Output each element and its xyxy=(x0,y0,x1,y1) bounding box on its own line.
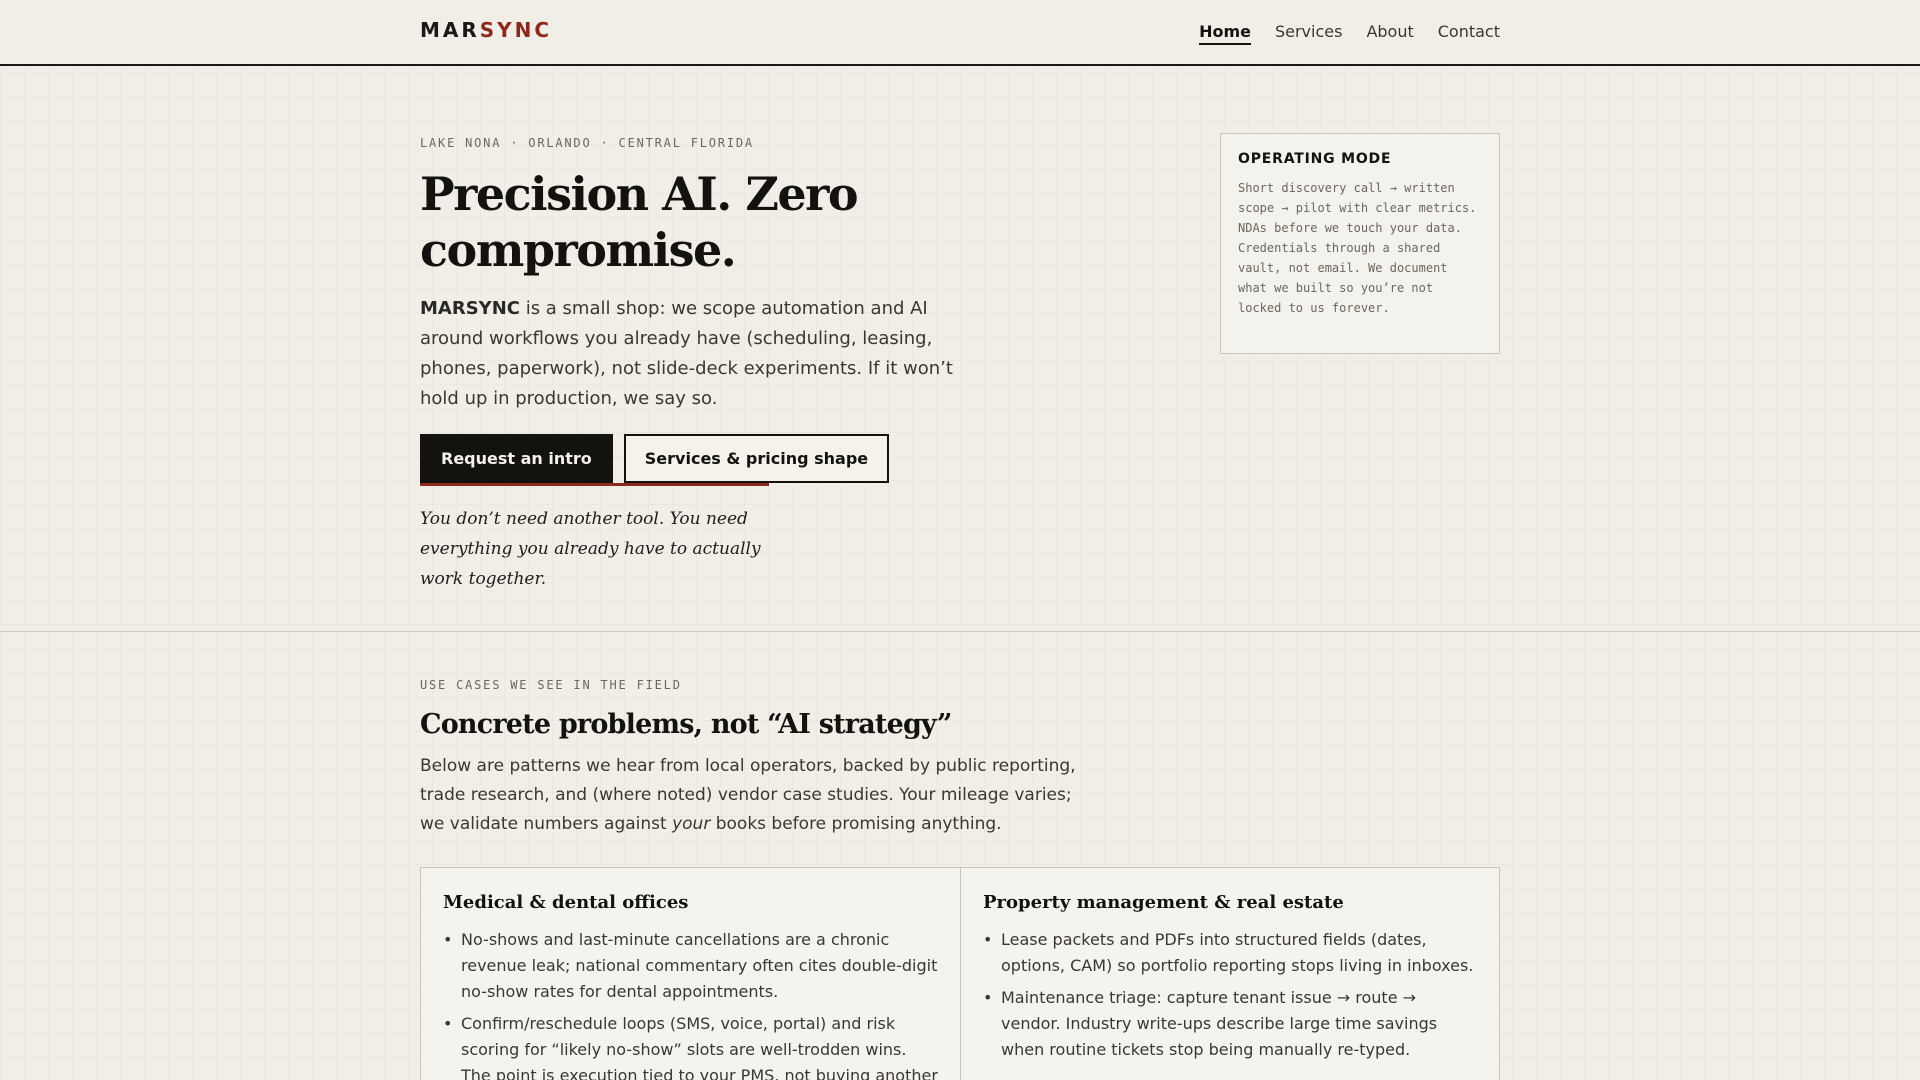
hero-section: LAKE NONA · ORLANDO · CENTRAL FLORIDA Pr… xyxy=(420,66,1500,631)
operating-mode-title: OPERATING MODE xyxy=(1238,151,1392,167)
accent-underline xyxy=(420,483,769,486)
use-case-list: No-shows and last-minute cancellations a… xyxy=(443,927,938,1080)
operating-mode-card: OPERATING MODE Short discovery call → wr… xyxy=(1220,133,1500,354)
request-intro-button[interactable]: Request an intro xyxy=(420,434,613,483)
hero-title: Precision AI. Zero compromise. xyxy=(420,167,859,277)
site-header: MARSYNC Home Services About Contact xyxy=(0,0,1920,66)
use-case-title: Medical & dental offices xyxy=(443,892,689,913)
brand-logo-part1: MAR xyxy=(420,18,480,42)
main-nav: Home Services About Contact xyxy=(1199,22,1500,45)
list-item: Maintenance triage: capture tenant issue… xyxy=(983,985,1477,1063)
nav-link-home[interactable]: Home xyxy=(1199,22,1251,45)
list-item: Lease packets and PDFs into structured f… xyxy=(983,927,1477,979)
services-pricing-button[interactable]: Services & pricing shape xyxy=(623,434,890,483)
hero-cta-group: Request an intro Services & pricing shap… xyxy=(420,434,890,483)
use-cases-section: USE CASES WE SEE IN THE FIELD Concrete p… xyxy=(420,632,1500,1080)
use-cases-intro: Below are patterns we hear from local op… xyxy=(420,752,1100,839)
brand-logo-part2: SYNC xyxy=(479,18,553,42)
use-case-grid: Medical & dental offices No-shows and la… xyxy=(420,867,1500,1080)
list-item: No-shows and last-minute cancellations a… xyxy=(443,927,938,1005)
header-inner: MARSYNC Home Services About Contact xyxy=(420,0,1500,64)
use-case-card-property: Property management & real estate Lease … xyxy=(960,868,1499,1080)
use-case-card-medical: Medical & dental offices No-shows and la… xyxy=(421,868,960,1080)
brand-logo[interactable]: MARSYNC xyxy=(420,18,552,42)
use-case-list: Lease packets and PDFs into structured f… xyxy=(983,927,1477,1063)
use-cases-intro-emphasis: your xyxy=(672,814,711,834)
use-cases-intro-after: books before promising anything. xyxy=(710,814,1002,834)
hero-lede: MARSYNC is a small shop: we scope automa… xyxy=(420,294,980,414)
nav-link-services[interactable]: Services xyxy=(1275,22,1342,45)
use-cases-eyebrow: USE CASES WE SEE IN THE FIELD xyxy=(420,678,682,692)
nav-link-contact[interactable]: Contact xyxy=(1438,22,1500,45)
use-cases-title: Concrete problems, not “AI strategy” xyxy=(420,709,952,740)
hero-tagline: You don’t need another tool. You need ev… xyxy=(420,509,761,589)
hero-eyebrow: LAKE NONA · ORLANDO · CENTRAL FLORIDA xyxy=(420,136,754,150)
use-case-title: Property management & real estate xyxy=(983,892,1344,913)
operating-mode-body: Short discovery call → written scope → p… xyxy=(1238,181,1477,315)
list-item: Confirm/reschedule loops (SMS, voice, po… xyxy=(443,1011,938,1080)
hero-lede-brand: MARSYNC xyxy=(420,298,520,319)
nav-link-about[interactable]: About xyxy=(1366,22,1413,45)
